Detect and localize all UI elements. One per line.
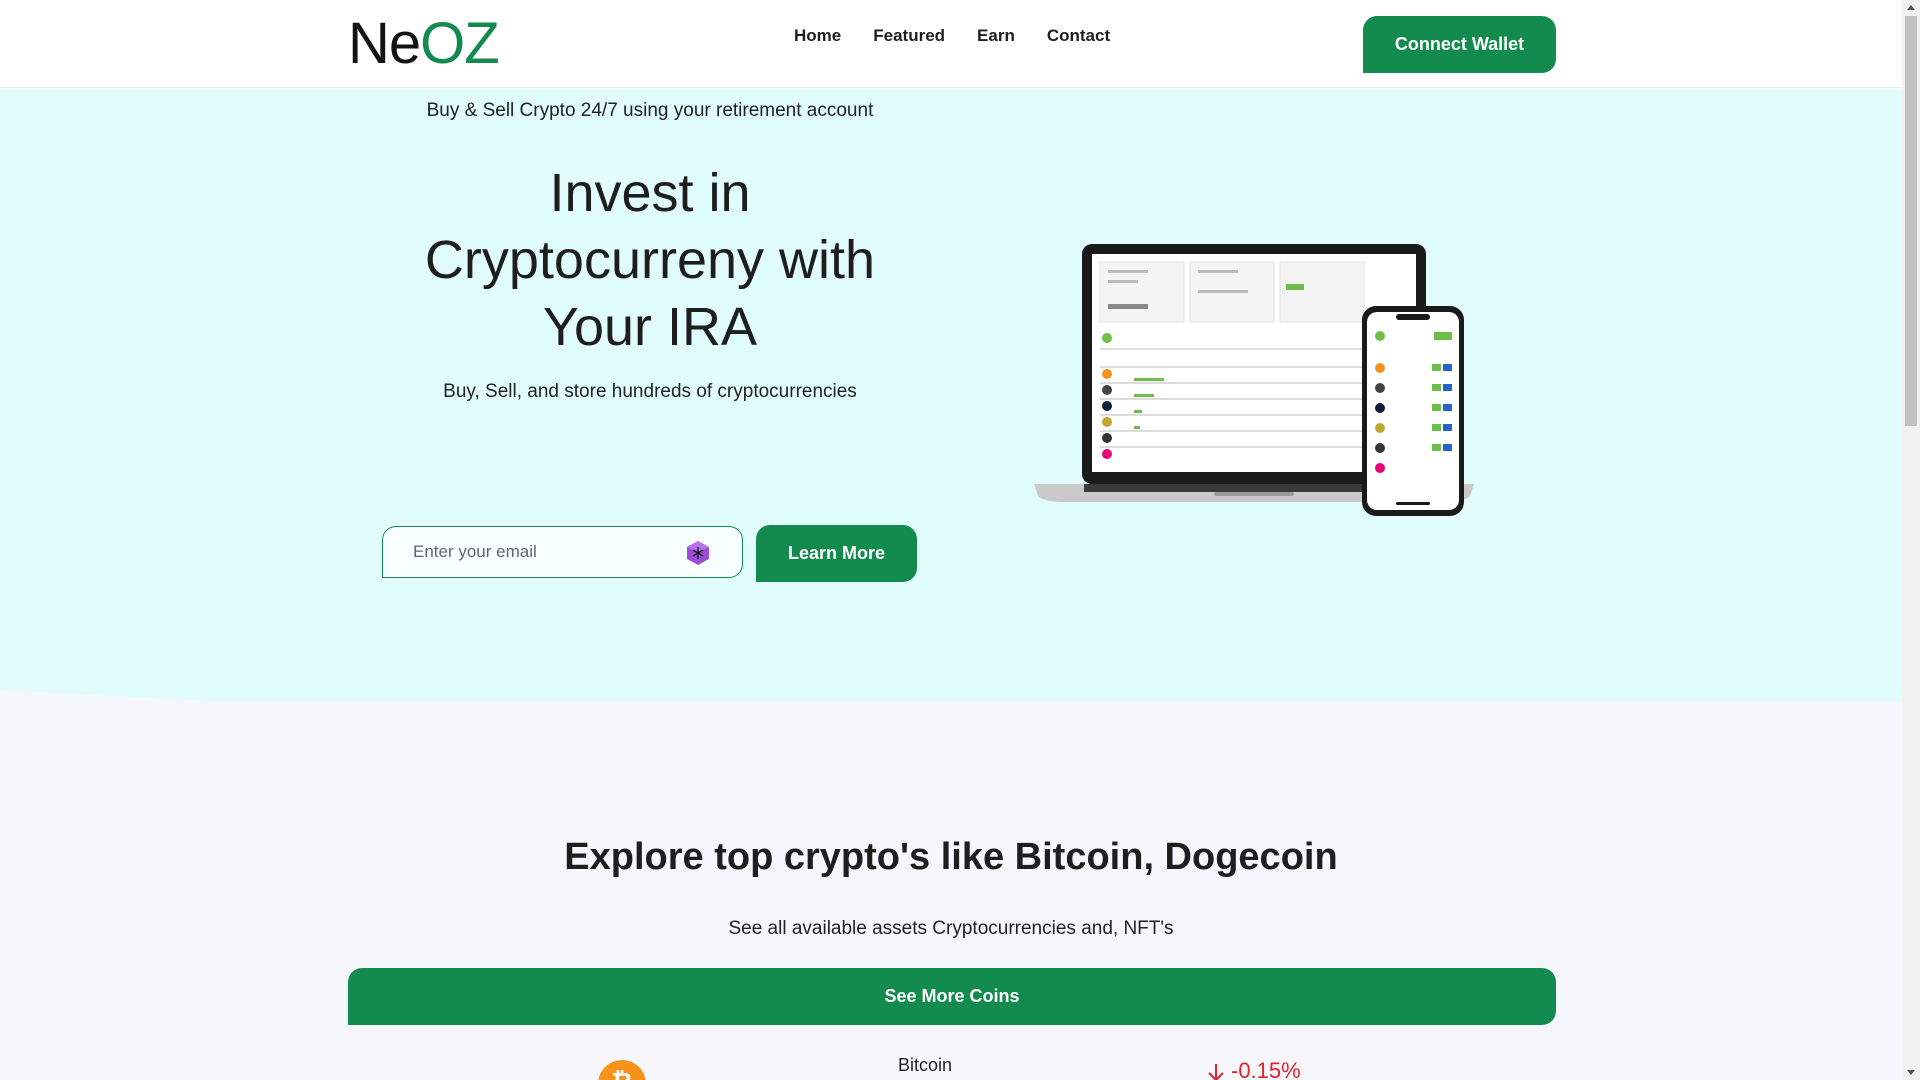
- connect-wallet-button[interactable]: Connect Wallet: [1363, 16, 1556, 73]
- headline-line-1: Invest in: [549, 163, 751, 223]
- scroll-down-icon[interactable]: [1907, 1070, 1915, 1075]
- laptop-phone-dashboard-illustration: [1034, 244, 1474, 516]
- nav-featured[interactable]: Featured: [873, 26, 945, 46]
- nav-earn[interactable]: Earn: [977, 26, 1015, 46]
- site-logo[interactable]: NeOZ: [348, 11, 500, 76]
- logo-text-oz: OZ: [420, 11, 500, 76]
- learn-more-button[interactable]: Learn More: [756, 525, 917, 582]
- explore-subtitle: See all available assets Cryptocurrencie…: [728, 918, 1174, 939]
- headline-line-2: Cryptocurreny with: [424, 230, 876, 290]
- hero-slanted-divider: [0, 690, 1902, 790]
- nav-contact[interactable]: Contact: [1047, 26, 1110, 46]
- see-more-coins-button[interactable]: See More Coins: [348, 968, 1556, 1025]
- hero-subline: Buy, Sell, and store hundreds of cryptoc…: [443, 381, 857, 402]
- logo-text-ne: Ne: [348, 11, 421, 76]
- coin-change-value: -0.15%: [1231, 1058, 1301, 1080]
- password-manager-icon[interactable]: [685, 540, 711, 566]
- headline-line-3: Your IRA: [542, 297, 758, 357]
- coin-change: -0.15%: [1205, 1058, 1301, 1080]
- explore-title: Explore top crypto's like Bitcoin, Dogec…: [564, 836, 1338, 878]
- email-input[interactable]: [413, 539, 683, 565]
- page-scrollbar[interactable]: [1902, 0, 1920, 1080]
- list-item[interactable]: ₿ Bitcoin -0.15%: [0, 1052, 1902, 1080]
- email-signup-form: Learn More: [382, 525, 917, 582]
- hero-section: [0, 89, 1902, 701]
- hero-tagline: Buy & Sell Crypto 24/7 using your retire…: [426, 100, 874, 121]
- hero-headline: Invest in Cryptocurreny with Your IRA: [360, 160, 940, 361]
- nav-home[interactable]: Home: [794, 26, 841, 46]
- main-nav: Home Featured Earn Contact: [794, 26, 1110, 46]
- arrow-down-icon: [1208, 1064, 1224, 1080]
- coin-name: Bitcoin: [898, 1055, 953, 1075]
- email-field-wrapper: [382, 526, 743, 578]
- bitcoin-icon: ₿: [598, 1060, 646, 1080]
- scrollbar-thumb[interactable]: [1905, 16, 1917, 426]
- scroll-up-icon[interactable]: [1907, 5, 1915, 10]
- site-header: NeOZ Home Featured Earn Contact Connect …: [0, 0, 1902, 88]
- hero-copy: Buy & Sell Crypto 24/7 using your retire…: [360, 100, 940, 403]
